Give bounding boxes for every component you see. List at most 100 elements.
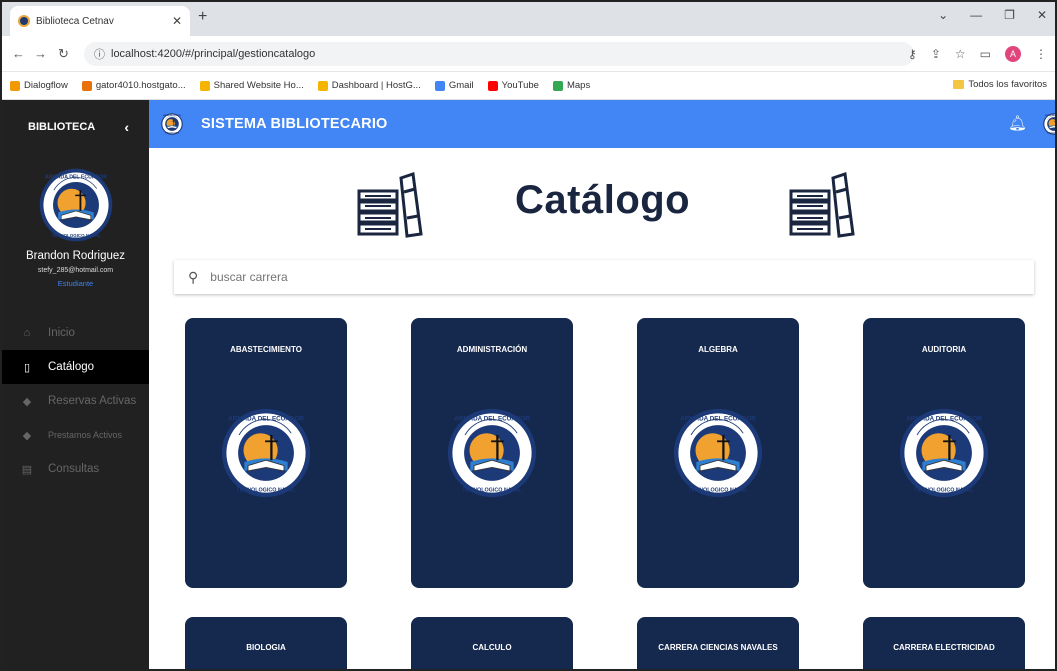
maps-pin-icon [552, 80, 563, 91]
url-text: localhost:4200/#/principal/gestioncatalo… [111, 48, 316, 60]
sidebar-item-label: Reservas Activas [48, 395, 137, 407]
bookmark-icon [81, 80, 92, 91]
profile-avatar-icon[interactable] [1043, 113, 1057, 135]
user-name: Brandon Rodriguez [25, 250, 126, 262]
catalog-card[interactable]: ADMINISTRACIÓN [411, 318, 573, 588]
sidebar-item-consultas[interactable]: ▤ Consultas [2, 452, 149, 486]
user-avatar [39, 168, 113, 242]
maximize-icon[interactable]: ❐ [1004, 8, 1015, 22]
catalog-card[interactable]: ABASTECIMIENTO [185, 318, 347, 588]
close-window-icon[interactable]: ✕ [1037, 8, 1047, 22]
bookmark-item[interactable]: YouTube [487, 80, 539, 91]
bookmark-icon [10, 80, 20, 91]
catalog-card[interactable]: CARRERA CIENCIAS NAVALES [637, 617, 799, 669]
card-title: AUDITORIA [921, 345, 967, 354]
bookmark-item[interactable]: Gmail [434, 80, 474, 91]
card-logo [673, 408, 763, 498]
folder-label: Todos los favoritos [968, 79, 1047, 90]
new-tab-icon[interactable]: + [198, 8, 207, 26]
tag-icon: ◆ [22, 429, 32, 442]
browser-menu-icon[interactable]: ⋮ [1035, 47, 1047, 61]
url-input[interactable]: ⓘ localhost:4200/#/principal/gestioncata… [84, 42, 914, 66]
bookmark-label: YouTube [501, 80, 539, 91]
app-title: SISTEMA BIBLIOTECARIO [201, 116, 388, 132]
close-tab-icon[interactable]: ✕ [172, 14, 182, 28]
tab-search-icon[interactable]: ⌄ [938, 8, 948, 22]
book-icon: ▯ [23, 361, 31, 374]
folder-icon [953, 80, 965, 89]
share-icon[interactable]: ⇪ [931, 47, 941, 61]
user-role: Estudiante [57, 279, 94, 288]
page-hero: Catálogo [149, 148, 1057, 263]
bookmark-item[interactable]: Dashboard | HostG... [317, 80, 421, 91]
books-icon [355, 168, 423, 238]
home-icon: ⌂ [23, 327, 31, 339]
sidebar-item-label: Prestamos Activos [48, 430, 123, 440]
sidebar: BIBLIOTECA ‹ Brandon Rodriguez stefy_285… [2, 100, 149, 669]
side-panel-icon[interactable]: ▭ [980, 47, 991, 61]
card-logo [447, 408, 537, 498]
minimize-icon[interactable]: — [970, 8, 982, 22]
app-container: BIBLIOTECA ‹ Brandon Rodriguez stefy_285… [2, 100, 1057, 669]
reload-icon[interactable]: ↻ [58, 46, 69, 62]
card-title: ABASTECIMIENTO [230, 345, 302, 354]
sidebar-item-label: Catálogo [48, 361, 95, 373]
bookmark-item[interactable]: Dialogflow [10, 80, 68, 91]
catalog-card[interactable]: CALCULO [411, 617, 573, 669]
catalog-card[interactable]: AUDITORIA [863, 318, 1025, 588]
bookmark-label: Shared Website Ho... [213, 80, 304, 91]
bookmark-item[interactable]: gator4010.hostgato... [81, 80, 186, 91]
browser-actions: ⚷ ⇪ ☆ ▭ A ⋮ [908, 46, 1047, 62]
card-logo [899, 408, 989, 498]
profile-avatar[interactable]: A [1005, 46, 1021, 62]
youtube-icon [487, 80, 498, 91]
bookmark-item[interactable]: Shared Website Ho... [199, 80, 304, 91]
google-icon [434, 80, 445, 91]
card-title: BIOLOGIA [246, 643, 286, 652]
window-controls: ⌄ — ❐ ✕ [938, 8, 1047, 22]
search-bar: ⚲ [174, 260, 1034, 294]
bookmark-label: Gmail [448, 80, 474, 91]
catalog-card[interactable]: ALGEBRA [637, 318, 799, 588]
page-title: Catálogo [515, 178, 691, 222]
sidebar-item-inicio[interactable]: ⌂ Inicio [2, 316, 149, 350]
browser-tab[interactable]: Biblioteca Cetnav ✕ [10, 6, 190, 36]
key-icon[interactable]: ⚷ [908, 47, 917, 61]
tab-bar: Biblioteca Cetnav ✕ + ⌄ — ❐ ✕ [2, 2, 1055, 36]
sidebar-menu: ⌂ Inicio ▯ Catálogo ◆ Reservas Activas ◆… [2, 316, 149, 486]
card-title: CARRERA CIENCIAS NAVALES [658, 643, 778, 652]
catalog-card[interactable]: CARRERA ELECTRICIDAD [863, 617, 1025, 669]
bookmark-label: Dialogflow [24, 80, 68, 91]
browser-window: Biblioteca Cetnav ✕ + ⌄ — ❐ ✕ ← → ↻ ⓘ lo… [0, 0, 1057, 671]
sidebar-item-reservas[interactable]: ◆ Reservas Activas [2, 384, 149, 418]
notification-bell-icon[interactable]: 🔔︎ [1008, 114, 1027, 132]
bookmark-star-icon[interactable]: ☆ [955, 47, 966, 61]
bookmarks-bar: Dialogflow gator4010.hostgato... Shared … [2, 72, 1055, 100]
bookmark-item[interactable]: Maps [552, 80, 591, 91]
catalog-card[interactable]: BIOLOGIA [185, 617, 347, 669]
bookmark-label: Dashboard | HostG... [331, 80, 421, 91]
search-input[interactable] [210, 270, 911, 284]
card-title: CARRERA ELECTRICIDAD [893, 643, 995, 652]
card-title: CALCULO [472, 643, 512, 652]
all-bookmarks-folder[interactable]: Todos los favoritos [953, 79, 1047, 90]
sidebar-item-label: Inicio [48, 327, 75, 339]
sidebar-item-prestamos[interactable]: ◆ Prestamos Activos [2, 418, 149, 452]
sidebar-title: BIBLIOTECA [28, 121, 96, 133]
app-logo-icon [161, 113, 183, 135]
forward-icon[interactable]: → [34, 46, 47, 61]
back-icon[interactable]: ← [12, 46, 25, 61]
books-icon [787, 168, 855, 238]
bookmark-label: Maps [566, 80, 591, 91]
site-favicon-icon [18, 15, 30, 27]
collapse-chevron-icon[interactable]: ‹ [124, 119, 129, 135]
tag-icon: ◆ [22, 395, 32, 408]
top-app-bar: SISTEMA BIBLIOTECARIO 🔔︎ [149, 100, 1057, 148]
main-content: SISTEMA BIBLIOTECARIO 🔔︎ Catálogo ⚲ ABAS… [149, 100, 1057, 669]
search-icon: ⚲ [188, 268, 199, 285]
address-bar-row: ← → ↻ ⓘ localhost:4200/#/principal/gesti… [2, 36, 1055, 72]
sidebar-item-catalogo[interactable]: ▯ Catálogo [2, 350, 149, 384]
site-info-icon[interactable]: ⓘ [94, 46, 105, 62]
tab-title: Biblioteca Cetnav [36, 15, 114, 27]
user-email: stefy_285@hotmail.com [37, 267, 114, 274]
